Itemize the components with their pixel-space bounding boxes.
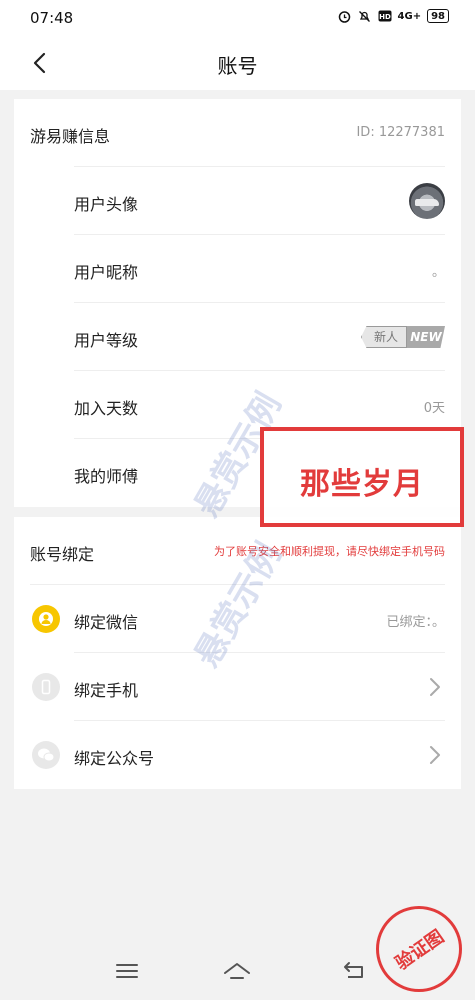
user-icon	[32, 605, 60, 633]
row-level: 用户等级 新人 NEW	[14, 303, 461, 371]
svg-text:HD: HD	[379, 13, 391, 21]
row-label: 绑定微信	[74, 613, 139, 632]
info-header-row: 游易赚信息 ID: 12277381	[14, 99, 461, 167]
stamp-text: 验证图	[391, 926, 449, 975]
row-label: 用户头像	[74, 195, 139, 214]
network-indicator: 4G+	[397, 10, 422, 22]
mute-icon	[358, 9, 372, 23]
row-bind-official-account[interactable]: 绑定公众号	[14, 721, 461, 789]
section-title: 账号绑定	[30, 545, 95, 564]
nav-bar: 账号	[0, 36, 475, 90]
wechat-icon	[32, 741, 60, 769]
row-avatar[interactable]: 用户头像	[14, 167, 461, 235]
section-gap	[0, 90, 475, 99]
page-title: 账号	[217, 54, 258, 78]
hd-icon: HD	[378, 9, 392, 23]
row-label: 我的师傅	[74, 467, 139, 486]
alarm-icon	[338, 9, 352, 23]
menu-button[interactable]	[112, 959, 142, 983]
annotation-text: 那些岁月	[300, 467, 424, 502]
phone-icon	[32, 673, 60, 701]
chevron-right-icon	[430, 746, 440, 764]
status-bar: 07:48 HD 4G+ 98	[0, 0, 475, 36]
chevron-right-icon	[430, 678, 440, 696]
home-icon	[224, 963, 250, 979]
menu-icon	[116, 964, 138, 978]
battery-icon: 98	[427, 9, 449, 23]
status-time: 07:48	[30, 9, 74, 27]
row-label: 用户等级	[74, 331, 139, 350]
row-label: 加入天数	[74, 399, 139, 418]
avatar[interactable]	[409, 183, 445, 219]
home-button[interactable]	[222, 959, 252, 983]
verification-stamp: 验证图	[376, 906, 462, 992]
wechat-bind-status: 已绑定：。	[386, 615, 445, 630]
row-nickname[interactable]: 用户昵称 。	[14, 235, 461, 303]
section-title: 游易赚信息	[30, 127, 111, 146]
row-label: 绑定手机	[74, 681, 139, 700]
status-icons: HD 4G+ 98	[338, 9, 449, 23]
user-id: ID: 12277381	[356, 125, 445, 140]
back-nav-button[interactable]	[340, 959, 370, 983]
row-label: 绑定公众号	[74, 749, 155, 768]
nickname-value: 。	[431, 265, 445, 280]
return-icon	[344, 962, 363, 978]
annotation-box: 那些岁月	[260, 427, 464, 527]
join-days-value: 0天	[423, 401, 445, 416]
row-label: 用户昵称	[74, 263, 139, 282]
row-bind-phone[interactable]: 绑定手机	[14, 653, 461, 721]
level-badge-cn: 新人	[361, 326, 407, 348]
level-badge-en: NEW	[407, 326, 445, 348]
level-badge: 新人 NEW	[361, 325, 445, 349]
